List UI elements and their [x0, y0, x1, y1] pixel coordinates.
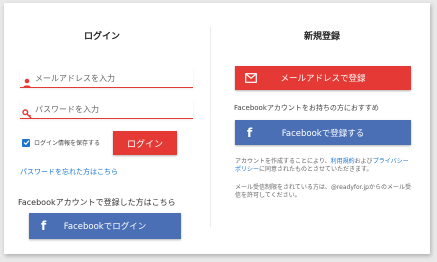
facebook-login-label: Facebookでログイン	[63, 222, 147, 232]
mail-restriction-note: メール受信制限をされている方は、@readyfor.jpからのメール受信を許可し…	[235, 184, 411, 199]
facebook-register-button[interactable]: f Facebookで登録する	[235, 120, 411, 145]
column-divider	[210, 27, 211, 227]
terms-link[interactable]: 利用規約	[331, 158, 355, 165]
password-input[interactable]	[35, 104, 185, 114]
remember-checkbox[interactable]	[22, 138, 30, 147]
forgot-password-link[interactable]: パスワードを忘れた方はこちら	[20, 167, 118, 177]
facebook-icon: f	[247, 125, 253, 140]
facebook-icon: f	[41, 219, 47, 233]
email-register-button[interactable]: メールアドレスで登録	[235, 66, 411, 90]
remember-label: ログイン情報を保存する	[34, 140, 101, 147]
key-icon	[22, 104, 32, 119]
terms-prefix: アカウントを作成することにより、	[235, 158, 331, 165]
password-field[interactable]	[20, 100, 193, 119]
terms-notice: アカウントを作成することにより、利用規約およびプライバシーポリシーに同意されたも…	[235, 158, 413, 174]
facebook-register-label: Facebookで登録する	[281, 128, 365, 139]
terms-and: および	[354, 158, 373, 165]
register-title: 新規登録	[304, 32, 341, 42]
email-field[interactable]	[20, 69, 193, 88]
mail-icon	[245, 73, 257, 86]
user-icon	[22, 73, 32, 88]
login-button[interactable]: ログイン	[113, 131, 177, 155]
facebook-login-button[interactable]: f Facebookでログイン	[29, 213, 181, 239]
terms-suffix: に同意されたものとさせていただきます。	[259, 166, 373, 173]
email-register-label: メールアドレスで登録	[280, 74, 366, 84]
remember-login[interactable]: ログイン情報を保存する	[22, 138, 100, 147]
facebook-register-lead: Facebookアカウントをお持ちの方におすすめ	[234, 104, 379, 112]
login-title: ログイン	[84, 32, 121, 42]
auth-card: ログイン ログイン情報を保存する ログイン パスワードを忘れた方はこちら Fac…	[4, 3, 430, 254]
facebook-login-lead: Facebookアカウントで登録した方はこちら	[18, 198, 176, 207]
email-input[interactable]	[35, 73, 185, 83]
